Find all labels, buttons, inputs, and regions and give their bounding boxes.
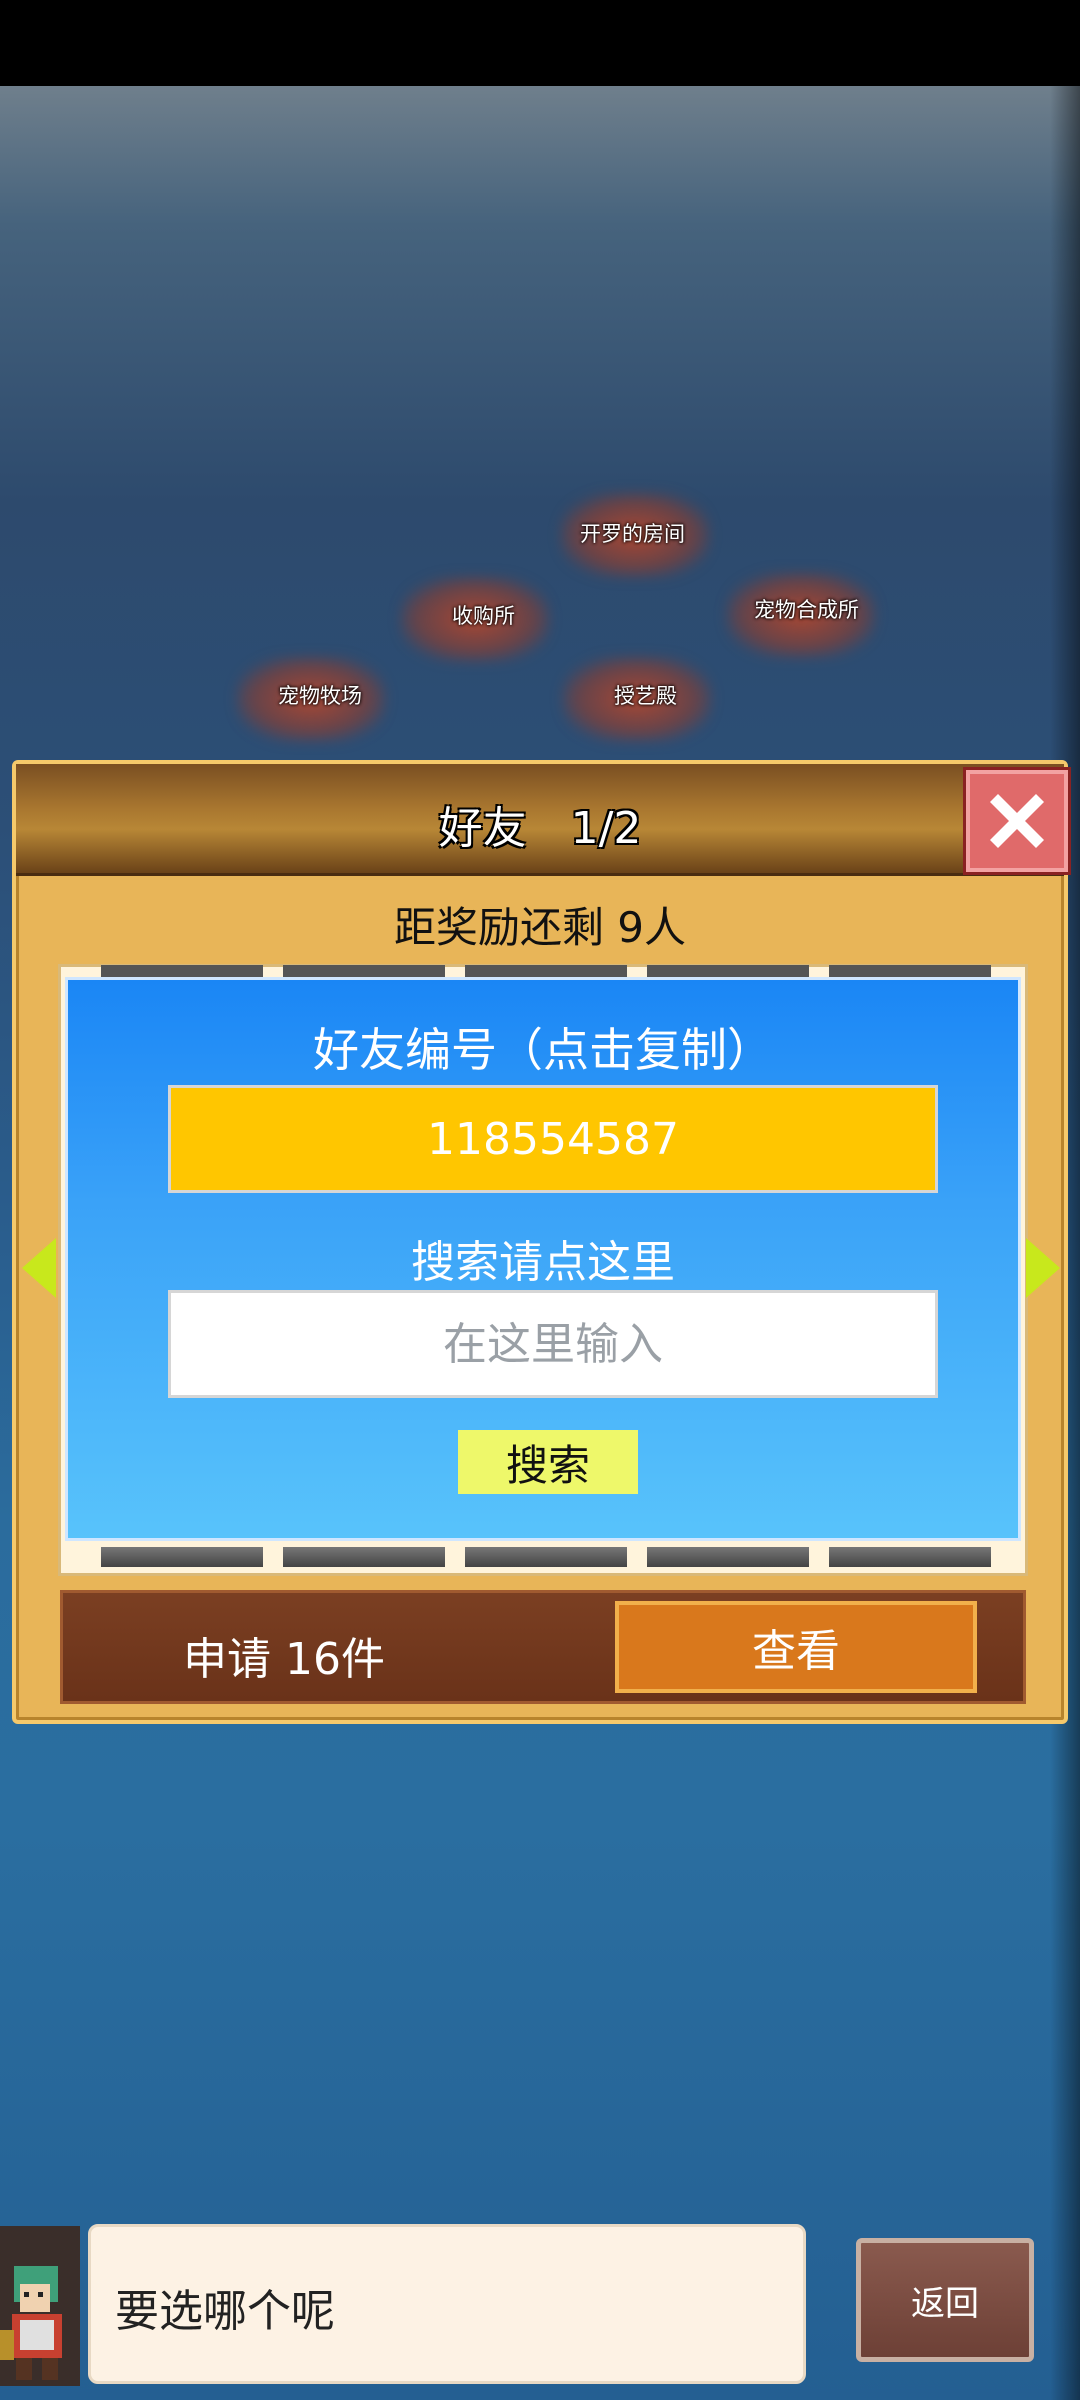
- building-label: 宠物牧场: [278, 684, 362, 708]
- request-count-text: 申请 16件: [183, 1634, 385, 1685]
- panel-tab: [829, 1547, 991, 1567]
- speech-text: 要选哪个呢: [115, 2286, 335, 2337]
- next-page-arrow-icon[interactable]: [1026, 1238, 1060, 1298]
- panel-tab: [101, 965, 263, 977]
- friend-search-input[interactable]: [168, 1290, 938, 1398]
- dialog-header: 好友 1/2: [16, 764, 1064, 876]
- prev-page-arrow-icon[interactable]: [22, 1238, 56, 1298]
- panel-tab: [283, 965, 445, 977]
- back-button[interactable]: 返回: [856, 2238, 1034, 2362]
- search-button[interactable]: 搜索: [458, 1430, 638, 1494]
- building-label: 宠物合成所: [754, 598, 859, 622]
- close-icon: [990, 794, 1044, 848]
- panel-tabs-top: [101, 965, 991, 977]
- speech-bubble: 要选哪个呢: [88, 2224, 806, 2384]
- friends-dialog: 好友 1/2 距奖励还剩 9人 好友编号（点击复制） 118554587 搜索请…: [12, 760, 1071, 1724]
- friend-panel-frame: 好友编号（点击复制） 118554587 搜索请点这里 搜索: [58, 964, 1028, 1576]
- close-button[interactable]: [963, 767, 1071, 875]
- dialog-title: 好友 1/2: [438, 803, 642, 854]
- panel-tabs-bottom: [101, 1547, 991, 1567]
- friend-id-copy-box[interactable]: 118554587: [168, 1085, 938, 1193]
- panel-tab: [283, 1547, 445, 1567]
- building-label: 授艺殿: [614, 684, 677, 708]
- reward-remaining-text: 距奖励还剩 9人: [393, 903, 687, 952]
- building-label: 开罗的房间: [580, 522, 685, 546]
- friend-request-bar: 申请 16件 查看: [60, 1590, 1026, 1704]
- panel-tab: [829, 965, 991, 977]
- panel-tab: [647, 965, 809, 977]
- building-label: 收购所: [452, 604, 515, 628]
- panel-tab: [647, 1547, 809, 1567]
- friend-search-panel: 好友编号（点击复制） 118554587 搜索请点这里 搜索: [65, 977, 1021, 1541]
- panel-tab: [465, 965, 627, 977]
- friend-id-label: 好友编号（点击复制）: [313, 1023, 773, 1077]
- panel-tab: [465, 1547, 627, 1567]
- panel-tab: [101, 1547, 263, 1567]
- search-label: 搜索请点这里: [411, 1237, 675, 1288]
- character-avatar: [0, 2226, 80, 2386]
- status-bar: [0, 0, 1080, 86]
- view-requests-button[interactable]: 查看: [615, 1601, 977, 1693]
